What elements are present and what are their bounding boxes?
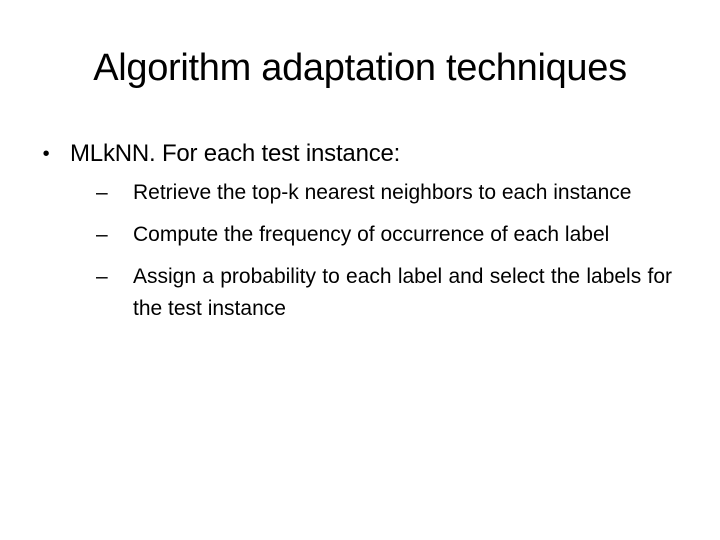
sub-bullet-item: – Retrieve the top-k nearest neighbors t… bbox=[96, 177, 672, 209]
sub-bullet-list: – Retrieve the top-k nearest neighbors t… bbox=[36, 177, 672, 325]
sub-bullet-item: – Compute the frequency of occurrence of… bbox=[96, 219, 672, 251]
dash-icon: – bbox=[96, 223, 108, 246]
slide-title: Algorithm adaptation techniques bbox=[93, 47, 627, 89]
sub-bullet-text: Retrieve the top-k nearest neighbors to … bbox=[133, 181, 632, 204]
bullet-icon: • bbox=[42, 143, 50, 165]
bullet-item: • MLkNN. For each test instance: bbox=[36, 135, 672, 173]
dash-icon: – bbox=[96, 265, 108, 288]
sub-bullet-text: Assign a probability to each label and s… bbox=[133, 265, 672, 320]
sub-bullet-text: Compute the frequency of occurrence of e… bbox=[133, 223, 610, 246]
sub-bullet-item: – Assign a probability to each label and… bbox=[96, 261, 672, 325]
bullet-text: MLkNN. For each test instance: bbox=[70, 140, 401, 167]
dash-icon: – bbox=[96, 181, 108, 204]
slide-content: • MLkNN. For each test instance: – Retri… bbox=[36, 135, 672, 325]
